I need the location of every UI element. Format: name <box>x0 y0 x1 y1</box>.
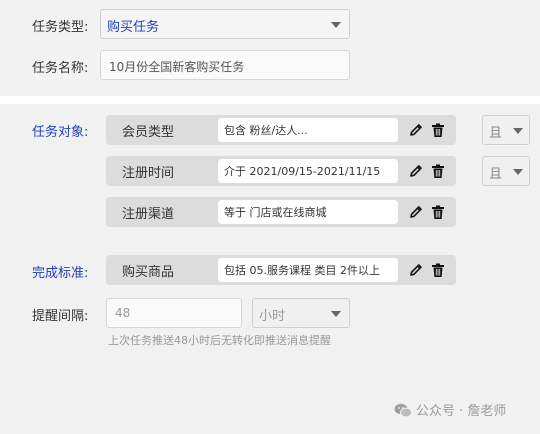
condition-value[interactable]: 包括 05.服务课程 类目 2件以上 <box>218 258 398 282</box>
task-type-label: 任务类型: <box>32 20 89 35</box>
condition-name: 注册渠道 <box>122 207 175 222</box>
pencil-icon[interactable] <box>408 262 424 278</box>
condition-row: 会员类型 包含 粉丝/达人... <box>106 115 456 145</box>
reminder-interval-input[interactable]: 48 <box>106 298 242 328</box>
trash-icon[interactable] <box>430 262 446 278</box>
pencil-icon[interactable] <box>408 163 424 179</box>
completion-label: 完成标准: <box>32 266 89 281</box>
reminder-interval-value: 48 <box>115 306 131 320</box>
trash-icon[interactable] <box>430 122 446 138</box>
task-type-value: 购买任务 <box>107 20 160 35</box>
logic-operator-value: 且 <box>489 167 503 182</box>
watermark-text: 公众号 · 詹老师 <box>416 404 507 419</box>
task-type-select[interactable]: 购买任务 <box>100 9 350 39</box>
condition-name: 会员类型 <box>122 125 175 140</box>
condition-row: 注册时间 介于 2021/09/15-2021/11/15 <box>106 156 456 186</box>
condition-name: 购买商品 <box>122 265 175 280</box>
wechat-icon <box>394 403 412 418</box>
trash-icon[interactable] <box>430 204 446 220</box>
task-name-label: 任务名称: <box>32 61 89 76</box>
watermark: 公众号 · 詹老师 <box>394 400 506 419</box>
task-rules-section: 任务对象: 会员类型 包含 粉丝/达人... 且 注册时间 介于 2021/09… <box>6 104 540 434</box>
task-basic-section: 任务类型: 购买任务 任务名称: 10月份全国新客购买任务 <box>0 0 540 96</box>
chevron-down-icon <box>513 128 523 134</box>
trash-icon[interactable] <box>430 163 446 179</box>
reminder-label: 提醒间隔: <box>32 309 89 324</box>
reminder-unit-select[interactable]: 小时 <box>252 298 350 328</box>
condition-row: 注册渠道 等于 门店或在线商城 <box>106 197 456 227</box>
reminder-hint: 上次任务推送48小时后无转化即推送消息提醒 <box>108 334 331 347</box>
task-name-input[interactable]: 10月份全国新客购买任务 <box>100 50 350 80</box>
task-name-value: 10月份全国新客购买任务 <box>109 60 245 74</box>
condition-value[interactable]: 包含 粉丝/达人... <box>218 118 398 142</box>
condition-value[interactable]: 介于 2021/09/15-2021/11/15 <box>218 159 398 183</box>
section-divider <box>0 96 540 104</box>
logic-operator-select[interactable]: 且 <box>482 115 530 145</box>
pencil-icon[interactable] <box>408 204 424 220</box>
chevron-down-icon <box>513 169 523 175</box>
logic-operator-value: 且 <box>489 126 503 141</box>
condition-row: 购买商品 包括 05.服务课程 类目 2件以上 <box>106 255 456 285</box>
condition-name: 注册时间 <box>122 166 175 181</box>
reminder-unit-value: 小时 <box>259 309 286 324</box>
condition-value[interactable]: 等于 门店或在线商城 <box>218 200 398 224</box>
task-object-label: 任务对象: <box>32 125 89 140</box>
pencil-icon[interactable] <box>408 122 424 138</box>
logic-operator-select[interactable]: 且 <box>482 156 530 186</box>
chevron-down-icon <box>331 22 341 28</box>
chevron-down-icon <box>331 311 341 317</box>
